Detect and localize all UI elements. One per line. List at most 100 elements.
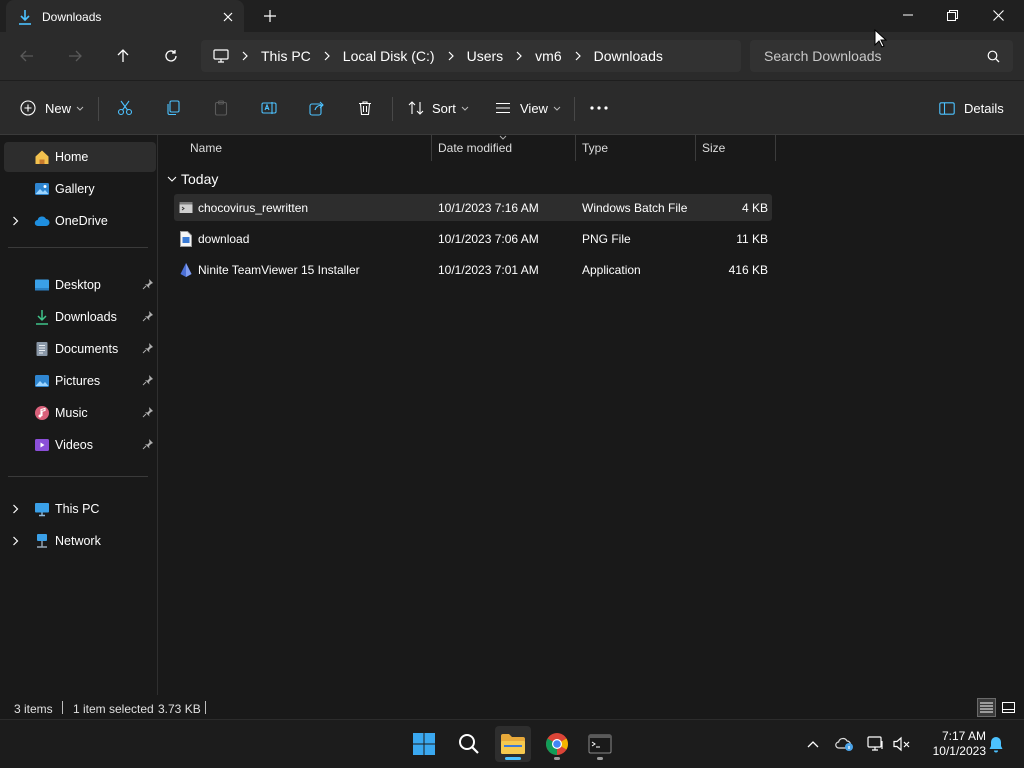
column-divider[interactable]: [431, 135, 432, 161]
new-tab-button[interactable]: [258, 4, 282, 28]
sort-label: Sort: [432, 100, 456, 116]
sidebar-item-music[interactable]: Music: [4, 398, 156, 428]
sidebar-label: This PC: [55, 502, 100, 516]
search-taskbar-button[interactable]: [451, 726, 487, 762]
delete-button[interactable]: [357, 95, 373, 121]
sidebar-item-onedrive[interactable]: OneDrive: [4, 206, 156, 236]
up-button[interactable]: [110, 43, 136, 69]
refresh-button[interactable]: [158, 43, 184, 69]
breadcrumb-vm6[interactable]: vm6: [535, 48, 561, 64]
address-bar[interactable]: This PC Local Disk (C:) Users vm6 Downlo…: [201, 40, 741, 72]
file-type: Windows Batch File: [582, 201, 688, 215]
close-tab-icon[interactable]: [216, 5, 240, 29]
sidebar-item-home[interactable]: Home: [4, 142, 156, 172]
chevron-right-icon[interactable]: [12, 536, 19, 546]
pin-icon[interactable]: [142, 342, 154, 354]
sidebar-item-downloads[interactable]: Downloads: [4, 302, 156, 332]
bell-icon: [989, 736, 1003, 752]
chrome-taskbar-button[interactable]: [539, 726, 575, 762]
folder-icon: [501, 734, 525, 754]
sidebar-item-documents[interactable]: Documents: [4, 334, 156, 364]
active-indicator: [505, 757, 521, 760]
breadcrumb-local-disk[interactable]: Local Disk (C:): [343, 48, 435, 64]
file-explorer-taskbar-button[interactable]: [495, 726, 531, 762]
volume-tray-icon[interactable]: [892, 734, 912, 754]
column-label: Name: [190, 141, 223, 155]
clock-time: 7:17 AM: [941, 729, 986, 743]
sidebar-item-gallery[interactable]: Gallery: [4, 174, 156, 204]
divider: [574, 97, 575, 121]
minimize-button[interactable]: [885, 0, 930, 30]
rename-button[interactable]: [261, 95, 277, 121]
onedrive-tray-icon[interactable]: [835, 734, 855, 754]
divider: [205, 701, 206, 714]
sidebar-item-pictures[interactable]: Pictures: [4, 366, 156, 396]
chevron-right-icon[interactable]: [12, 504, 19, 514]
share-button[interactable]: [309, 95, 325, 121]
details-view-toggle[interactable]: [977, 698, 996, 717]
details-view-icon: [980, 702, 993, 713]
pin-icon[interactable]: [142, 406, 154, 418]
breadcrumb-downloads[interactable]: Downloads: [594, 48, 663, 64]
file-type: PNG File: [582, 232, 631, 246]
file-row[interactable]: download 10/1/2023 7:06 AM PNG File 11 K…: [174, 225, 772, 252]
sidebar-item-desktop[interactable]: Desktop: [4, 270, 156, 300]
group-label: Today: [181, 171, 219, 187]
system-clock[interactable]: 7:17 AM 10/1/2023: [918, 729, 986, 759]
file-name: Ninite TeamViewer 15 Installer: [198, 263, 360, 277]
pin-icon[interactable]: [142, 438, 154, 450]
new-button[interactable]: New: [20, 95, 84, 121]
column-divider[interactable]: [695, 135, 696, 161]
title-bar: Downloads: [0, 0, 1024, 33]
network-icon: [867, 736, 883, 751]
chevron-right-icon: [575, 51, 581, 61]
column-label: Type: [582, 141, 609, 155]
restore-button[interactable]: [930, 0, 975, 30]
pin-icon[interactable]: [142, 310, 154, 322]
cut-button[interactable]: [117, 95, 133, 121]
forward-button[interactable]: [62, 43, 88, 69]
chevron-right-icon[interactable]: [12, 216, 19, 226]
column-divider[interactable]: [575, 135, 576, 161]
notifications-button[interactable]: [986, 734, 1006, 754]
copy-button[interactable]: [165, 95, 181, 121]
file-row[interactable]: chocovirus_rewritten 10/1/2023 7:16 AM W…: [174, 194, 772, 221]
terminal-taskbar-button[interactable]: [582, 726, 618, 762]
file-row[interactable]: Ninite TeamViewer 15 Installer 10/1/2023…: [174, 256, 772, 283]
pin-icon[interactable]: [142, 278, 154, 290]
start-button[interactable]: [406, 726, 442, 762]
column-header-size[interactable]: Size: [702, 135, 725, 161]
png-file-icon: [180, 231, 192, 247]
more-options-button[interactable]: [590, 95, 608, 121]
view-button[interactable]: View: [495, 95, 561, 121]
sort-icon: [408, 101, 424, 115]
sidebar-item-videos[interactable]: Videos: [4, 430, 156, 460]
sidebar-item-network[interactable]: Network: [4, 526, 156, 556]
network-tray-icon[interactable]: [866, 734, 886, 754]
back-button[interactable]: [14, 43, 40, 69]
large-icons-view-toggle[interactable]: [999, 698, 1018, 717]
chevron-right-icon: [324, 51, 330, 61]
command-bar: New Sort View Details: [0, 80, 1024, 135]
close-window-button[interactable]: [976, 0, 1021, 30]
show-hidden-icons-button[interactable]: [803, 734, 823, 754]
sidebar-item-this-pc[interactable]: This PC: [4, 494, 156, 524]
breadcrumb-this-pc[interactable]: This PC: [261, 48, 311, 64]
column-header-type[interactable]: Type: [582, 135, 608, 161]
pin-icon[interactable]: [142, 374, 154, 386]
details-label: Details: [964, 100, 1004, 116]
details-pane-button[interactable]: Details: [939, 95, 1004, 121]
column-header-name[interactable]: Name: [190, 135, 222, 161]
sort-button[interactable]: Sort: [408, 95, 469, 121]
paste-button[interactable]: [213, 95, 229, 121]
group-header-today[interactable]: Today: [167, 168, 218, 190]
column-divider[interactable]: [775, 135, 776, 161]
breadcrumb-users[interactable]: Users: [467, 48, 504, 64]
tab-downloads[interactable]: Downloads: [6, 0, 244, 33]
computer-icon: [35, 503, 49, 517]
search-input[interactable]: [764, 48, 984, 64]
terminal-icon: [588, 734, 612, 754]
document-icon: [36, 342, 48, 356]
file-type: Application: [582, 263, 641, 277]
chevron-right-icon: [516, 51, 523, 61]
